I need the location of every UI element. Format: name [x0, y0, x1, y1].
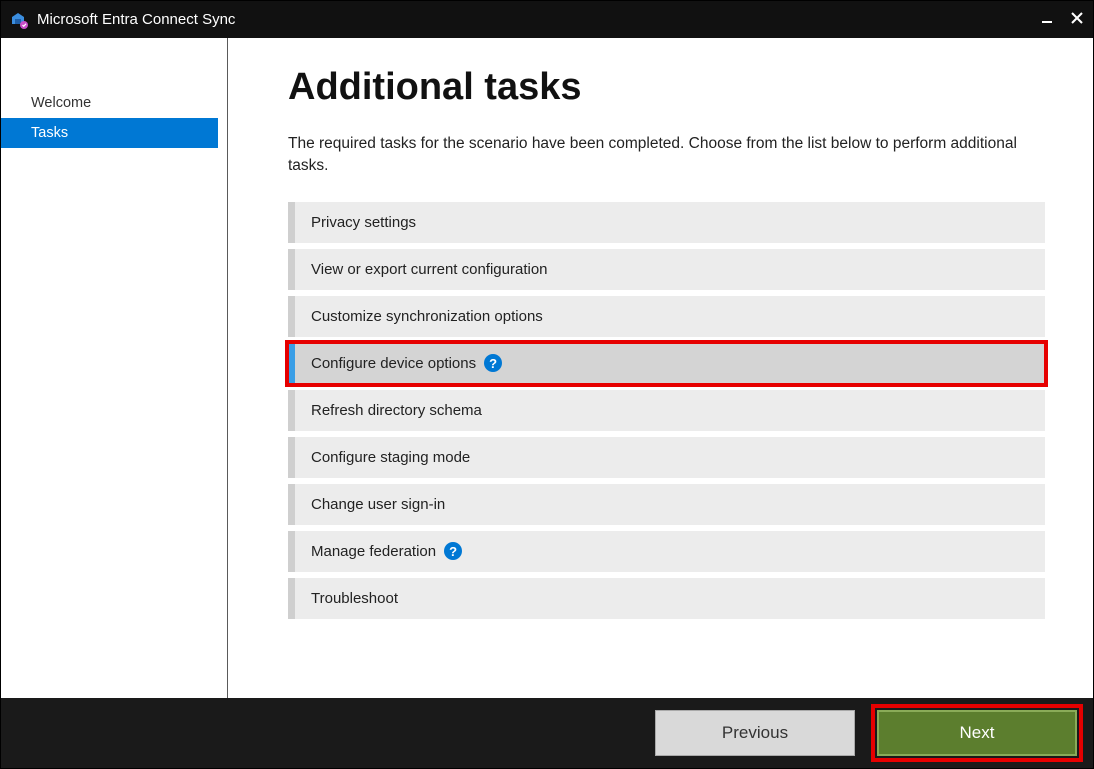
close-button[interactable] — [1071, 12, 1083, 28]
task-list: Privacy settings View or export current c… — [288, 202, 1045, 619]
task-accent-bar — [288, 202, 295, 243]
page-description: The required tasks for the scenario have… — [288, 133, 1045, 178]
task-item[interactable]: View or export current configuration — [288, 249, 1045, 290]
sidebar-item-welcome[interactable]: Welcome — [1, 88, 218, 118]
task-accent-bar — [288, 531, 295, 572]
task-label: Refresh directory schema — [311, 402, 482, 419]
previous-button[interactable]: Previous — [655, 710, 855, 756]
task-accent-bar — [288, 484, 295, 525]
task-item[interactable]: Customize synchronization options — [288, 296, 1045, 337]
task-accent-bar — [288, 296, 295, 337]
task-accent-bar — [288, 249, 295, 290]
task-label: Configure staging mode — [311, 449, 470, 466]
task-label: Change user sign-in — [311, 496, 445, 513]
task-label: Privacy settings — [311, 214, 416, 231]
body-area: WelcomeTasks Additional tasks The requir… — [1, 38, 1093, 698]
main-panel: Additional tasks The required tasks for … — [228, 38, 1093, 698]
footer: Previous Next — [1, 698, 1093, 768]
help-icon[interactable]: ? — [444, 542, 462, 560]
window-controls — [1041, 1, 1083, 38]
next-button-highlight: Next — [873, 706, 1081, 760]
task-item[interactable]: Change user sign-in — [288, 484, 1045, 525]
task-label: Troubleshoot — [311, 590, 398, 607]
next-button[interactable]: Next — [877, 710, 1077, 756]
sidebar-item-tasks[interactable]: Tasks — [1, 118, 218, 148]
task-item[interactable]: Manage federation? — [288, 531, 1045, 572]
task-item[interactable]: Configure device options? — [288, 343, 1045, 384]
task-item[interactable]: Configure staging mode — [288, 437, 1045, 478]
task-accent-bar — [288, 578, 295, 619]
task-label: Manage federation — [311, 543, 436, 560]
task-accent-bar — [288, 343, 295, 384]
help-icon[interactable]: ? — [484, 354, 502, 372]
titlebar: Microsoft Entra Connect Sync — [1, 1, 1093, 38]
sidebar: WelcomeTasks — [1, 38, 228, 698]
task-label: Customize synchronization options — [311, 308, 543, 325]
task-item[interactable]: Privacy settings — [288, 202, 1045, 243]
minimize-button[interactable] — [1041, 12, 1053, 28]
app-title: Microsoft Entra Connect Sync — [37, 11, 235, 28]
app-icon — [9, 10, 29, 30]
task-accent-bar — [288, 390, 295, 431]
task-label: View or export current configuration — [311, 261, 548, 278]
app-window: Microsoft Entra Connect Sync WelcomeTask… — [0, 0, 1094, 769]
page-title: Additional tasks — [288, 66, 1045, 109]
task-item[interactable]: Troubleshoot — [288, 578, 1045, 619]
task-accent-bar — [288, 437, 295, 478]
task-item[interactable]: Refresh directory schema — [288, 390, 1045, 431]
task-label: Configure device options — [311, 355, 476, 372]
